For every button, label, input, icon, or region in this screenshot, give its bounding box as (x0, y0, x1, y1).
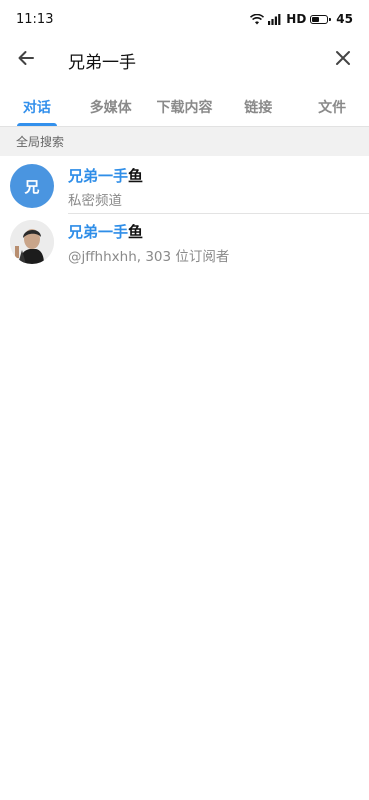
wifi-icon (250, 13, 265, 25)
avatar (10, 220, 54, 264)
tab-downloads[interactable]: 下载内容 (148, 86, 222, 126)
global-search-header: 全局搜索 (0, 126, 369, 156)
result-subtitle: 私密频道 (68, 193, 122, 209)
avatar: 兄 (10, 164, 54, 208)
result-title: 兄弟一手鱼 (68, 165, 143, 186)
arrow-left-icon (16, 48, 36, 72)
battery-level: 45 (336, 12, 353, 26)
search-input[interactable] (52, 50, 317, 70)
status-bar: 11:13 HD 45 (0, 0, 369, 38)
clear-search-button[interactable] (317, 38, 369, 82)
status-time: 11:13 (16, 11, 54, 27)
result-subtitle: @jffhhxhh, 303 位订阅者 (68, 249, 230, 265)
search-result[interactable]: 兄弟一手鱼 @jffhhxhh, 303 位订阅者 (0, 214, 369, 270)
tab-media[interactable]: 多媒体 (74, 86, 148, 126)
result-title-highlight: 兄弟一手 (68, 167, 129, 185)
person-photo-icon (10, 220, 54, 264)
signal-icon (268, 13, 282, 25)
search-result[interactable]: 兄 兄弟一手鱼 私密频道 (0, 158, 369, 214)
search-header (0, 38, 369, 82)
battery-icon (310, 14, 332, 24)
status-icons: HD 45 (250, 12, 353, 26)
result-title-rest: 鱼 (128, 167, 144, 185)
close-icon (334, 49, 352, 71)
network-label: HD (286, 12, 307, 26)
tab-files[interactable]: 文件 (295, 86, 369, 126)
back-button[interactable] (0, 38, 52, 82)
result-title: 兄弟一手鱼 (68, 221, 143, 242)
tab-links[interactable]: 链接 (221, 86, 295, 126)
search-tabs: 对话 多媒体 下载内容 链接 文件 (0, 86, 369, 126)
result-title-rest: 鱼 (128, 223, 144, 241)
tab-chats[interactable]: 对话 (0, 86, 74, 126)
result-title-highlight: 兄弟一手 (68, 223, 129, 241)
